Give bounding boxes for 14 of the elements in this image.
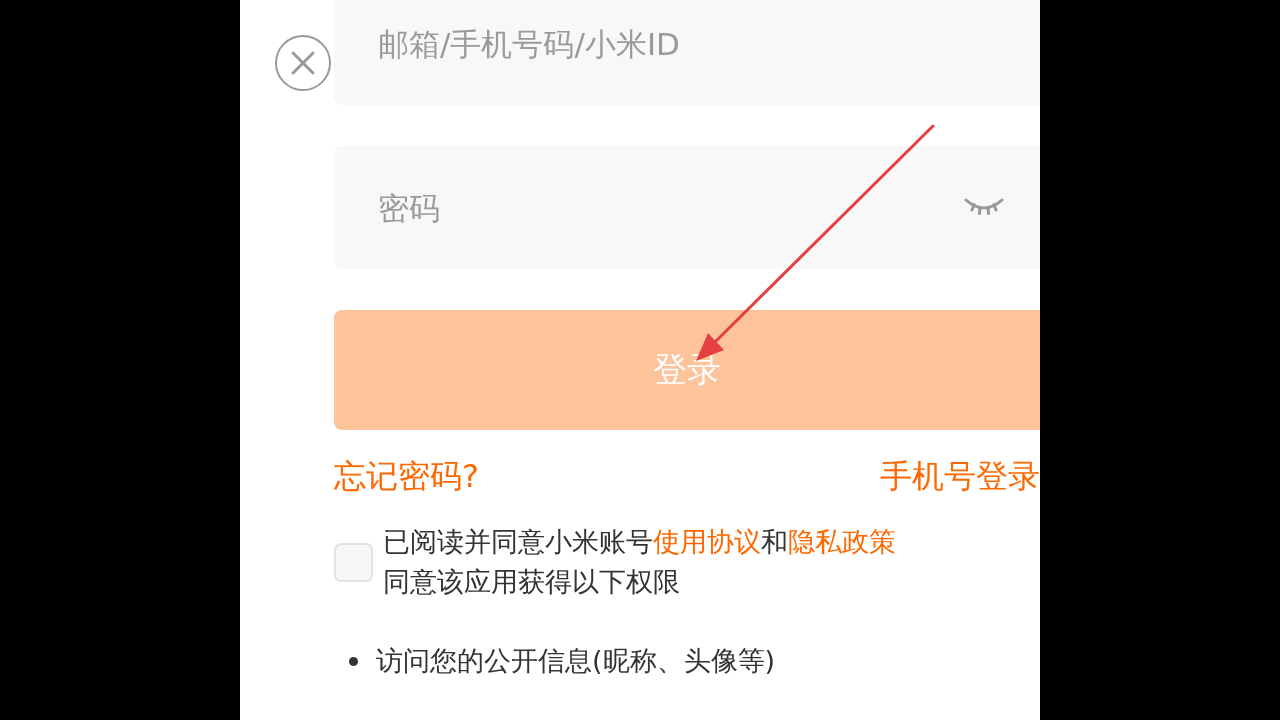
close-icon [275,35,331,91]
permission-intro-text: 同意该应用获得以下权限 [383,565,681,599]
agreement-text: 已阅读并同意小米账号使用协议和隐私政策 [383,525,896,559]
policy-link[interactable]: 使用协议 [653,526,761,557]
phone-login-link[interactable]: 手机号登录 [880,455,1040,497]
account-field[interactable]: 邮箱/手机号码/小米ID [334,0,1040,105]
closed-eye-icon[interactable] [964,197,1004,217]
permission-text: 访问您的公开信息(昵称、头像等) [376,644,776,678]
close-button[interactable] [275,35,331,91]
forgot-password-link[interactable]: 忘记密码? [334,455,479,497]
agreement-checkbox[interactable] [334,542,373,582]
bullet-icon [349,656,358,666]
password-field[interactable]: 密码 [334,146,1040,269]
policy-link[interactable]: 隐私政策 [788,526,896,557]
